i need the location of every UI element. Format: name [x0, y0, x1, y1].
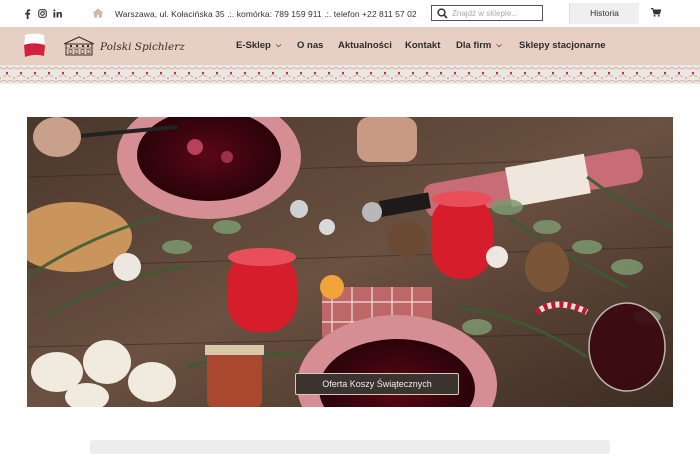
granary-logo-icon[interactable] — [62, 35, 96, 62]
nav-item-e-sklep[interactable]: E-Sklep ⌵ — [236, 40, 281, 51]
contact-address: Warszawa, ul. Kołacińska 35 .:. komórka:… — [115, 9, 417, 19]
nav-item-kontakt[interactable]: Kontakt — [405, 40, 440, 51]
nav-item-aktualnosci[interactable]: Aktualności — [338, 40, 392, 51]
polish-flag-logo[interactable] — [22, 31, 48, 64]
search-icon[interactable] — [437, 8, 448, 19]
linkedin-icon[interactable] — [53, 9, 62, 18]
nav-item-o-nas[interactable]: O nas — [297, 40, 323, 51]
facebook-icon[interactable] — [24, 9, 31, 19]
search-input[interactable] — [452, 7, 540, 19]
nav-item-dla-firm[interactable]: Dla firm ⌵ — [456, 40, 502, 51]
instagram-icon[interactable] — [38, 9, 47, 18]
brand-name[interactable]: Polski Spichlerz — [100, 41, 185, 53]
hero-banner: Oferta Koszy Świątecznych — [27, 117, 673, 407]
order-history-button[interactable]: Historia zamówień — [569, 3, 639, 39]
chevron-down-icon: ⌵ — [275, 42, 282, 49]
nav-item-sklepy-stacjonarne[interactable]: Sklepy stacjonarne — [519, 40, 606, 51]
main-navigation-bar: Polski Spichlerz E-Sklep ⌵ O nas Aktualno… — [0, 27, 700, 65]
folk-pattern-strip — [0, 65, 700, 84]
chevron-down-icon: ⌵ — [496, 42, 502, 49]
home-icon[interactable] — [92, 8, 104, 20]
search-box[interactable] — [431, 5, 543, 21]
top-bar: Warszawa, ul. Kołacińska 35 .:. komórka:… — [0, 0, 700, 39]
christmas-table-image — [27, 117, 673, 407]
section-heading-partial — [90, 440, 610, 454]
cart-icon[interactable] — [651, 8, 662, 19]
christmas-baskets-offer-button[interactable]: Oferta Koszy Świątecznych — [295, 373, 459, 395]
